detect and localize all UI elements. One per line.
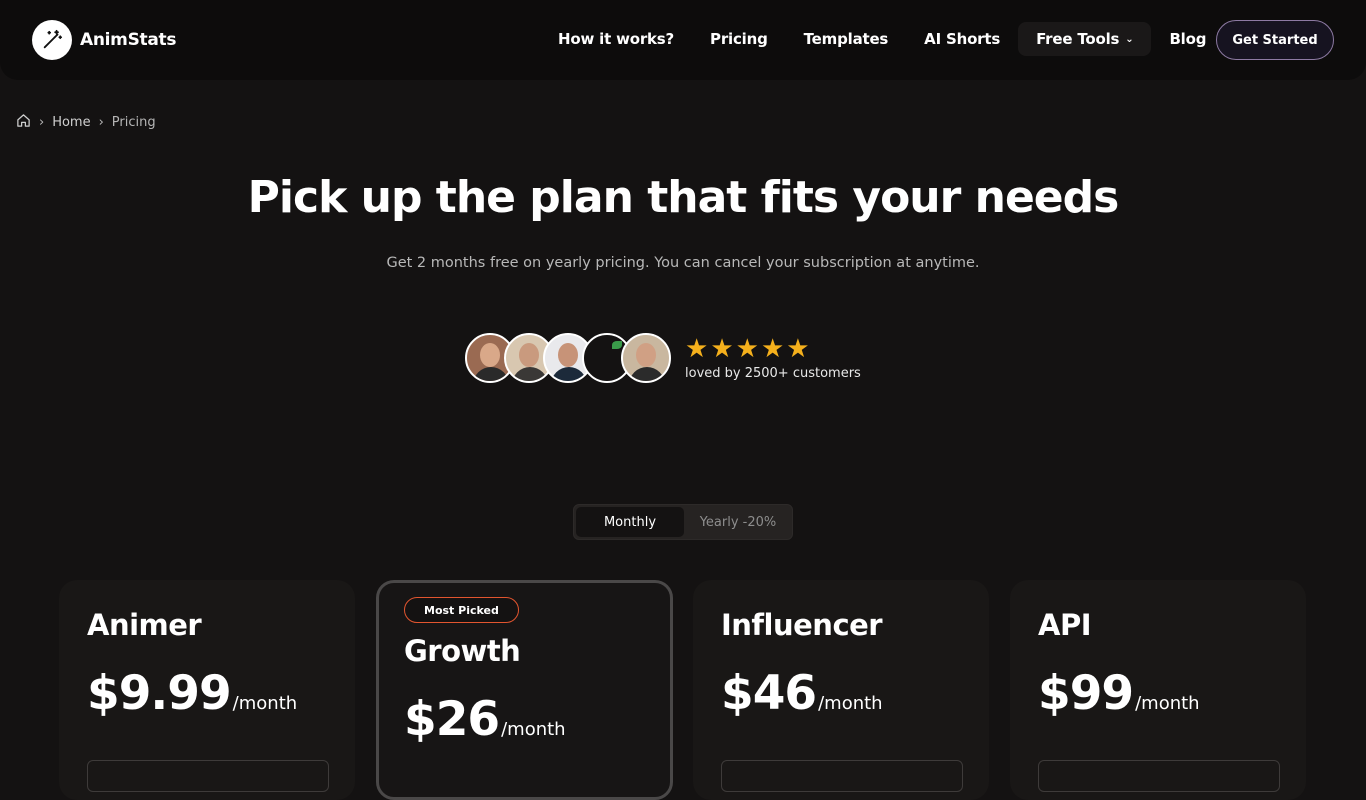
plan-price: $9.99 /month xyxy=(87,666,297,721)
breadcrumb-current: Pricing xyxy=(111,115,156,130)
nav-how-it-works[interactable]: How it works? xyxy=(540,22,692,56)
star-icon: ★ xyxy=(760,333,787,364)
star-rating: ★ ★ ★ ★ ★ xyxy=(685,336,861,362)
breadcrumb: › Home › Pricing xyxy=(16,113,156,132)
main-nav: How it works? Pricing Templates AI Short… xyxy=(540,22,1224,56)
plan-price: $26 /month xyxy=(404,692,566,747)
page-title: Pick up the plan that fits your needs xyxy=(247,172,1120,223)
plan-card-influencer: Influencer $46 /month xyxy=(693,580,989,800)
star-icon: ★ xyxy=(786,333,812,364)
nav-ai-shorts[interactable]: AI Shorts xyxy=(906,22,1018,56)
price-period: /month xyxy=(818,693,883,714)
avatar xyxy=(621,333,671,383)
site-header: AnimStats How it works? Pricing Template… xyxy=(0,0,1366,80)
plan-select-button[interactable] xyxy=(1038,760,1280,792)
get-started-button[interactable]: Get Started xyxy=(1216,20,1334,60)
plan-name: Animer xyxy=(87,608,202,642)
nav-blog[interactable]: Blog xyxy=(1151,22,1224,56)
star-icon: ★ xyxy=(685,333,711,364)
breadcrumb-home[interactable]: Home xyxy=(52,115,90,130)
chevron-down-icon: ⌄ xyxy=(1125,33,1134,45)
nav-templates[interactable]: Templates xyxy=(786,22,907,56)
most-picked-badge: Most Picked xyxy=(404,597,519,623)
rating-block: ★ ★ ★ ★ ★ loved by 2500+ customers xyxy=(685,336,861,381)
chevron-right-icon: › xyxy=(98,115,104,130)
plan-select-button[interactable] xyxy=(721,760,963,792)
plan-price: $46 /month xyxy=(721,666,883,721)
plan-name: Influencer xyxy=(721,608,883,642)
plan-price: $99 /month xyxy=(1038,666,1200,721)
toggle-yearly[interactable]: Yearly -20% xyxy=(684,507,792,537)
magic-wand-icon xyxy=(32,20,72,60)
plan-card-growth: Most Picked Growth $26 /month xyxy=(376,580,673,800)
brand-logo[interactable]: AnimStats xyxy=(32,20,176,60)
price-amount: $9.99 xyxy=(87,666,232,721)
nav-free-tools[interactable]: Free Tools ⌄ xyxy=(1018,22,1152,56)
star-icon: ★ xyxy=(735,333,761,364)
price-amount: $46 xyxy=(721,666,817,721)
price-amount: $99 xyxy=(1038,666,1134,721)
customer-count-text: loved by 2500+ customers xyxy=(685,365,861,381)
price-period: /month xyxy=(232,693,298,714)
price-period: /month xyxy=(1135,693,1200,714)
price-amount: $26 xyxy=(404,692,500,747)
customer-avatars xyxy=(465,333,671,383)
brand-name: AnimStats xyxy=(80,30,177,50)
price-period: /month xyxy=(501,719,566,740)
page-subtitle: Get 2 months free on yearly pricing. You… xyxy=(386,255,980,271)
toggle-monthly[interactable]: Monthly xyxy=(576,507,684,537)
social-proof: ★ ★ ★ ★ ★ loved by 2500+ customers xyxy=(465,333,861,383)
chevron-right-icon: › xyxy=(39,115,45,130)
nav-free-tools-label: Free Tools xyxy=(1036,30,1120,48)
plan-name: Growth xyxy=(404,634,521,668)
star-icon: ★ xyxy=(710,333,736,364)
home-icon[interactable] xyxy=(16,113,31,132)
plan-select-button[interactable] xyxy=(87,760,329,792)
plan-name: API xyxy=(1038,608,1092,642)
plan-card-animer: Animer $9.99 /month xyxy=(59,580,355,800)
nav-pricing[interactable]: Pricing xyxy=(692,22,786,56)
billing-toggle: Monthly Yearly -20% xyxy=(573,504,793,540)
plan-card-api: API $99 /month xyxy=(1010,580,1306,800)
